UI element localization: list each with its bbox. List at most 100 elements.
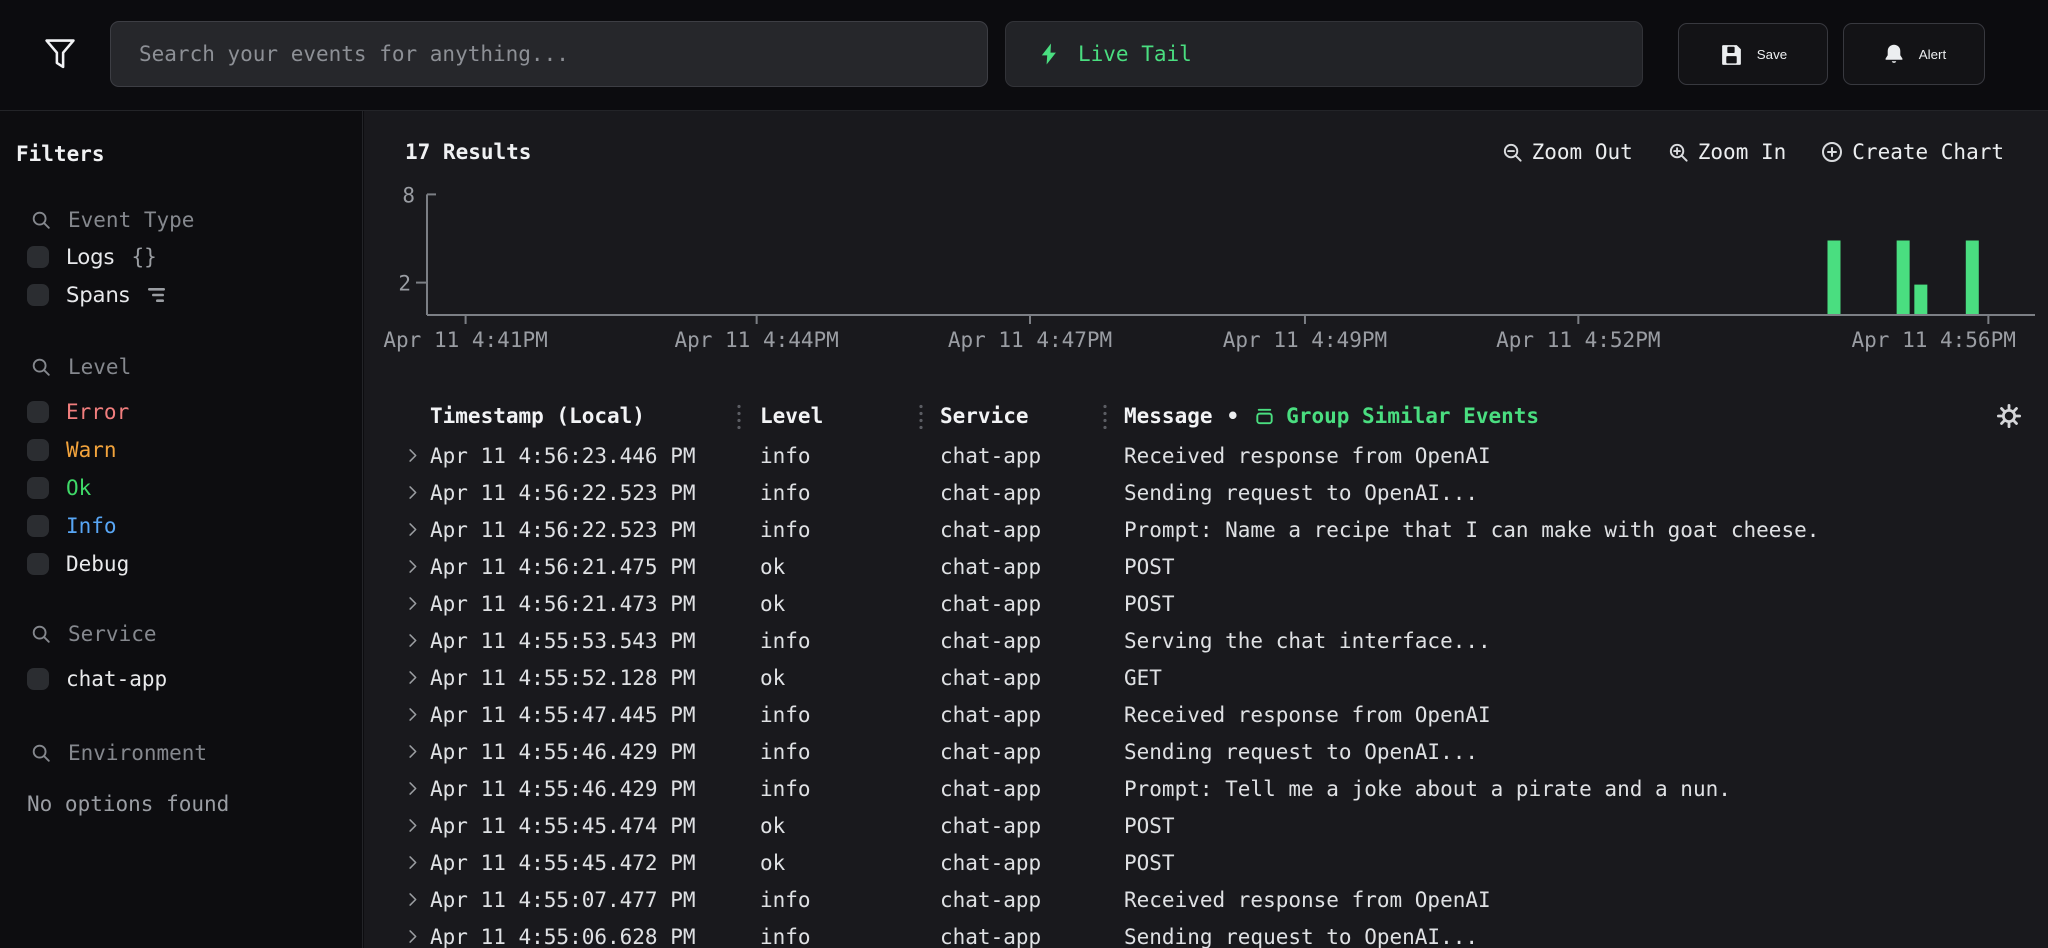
col-header-service[interactable]: Service	[940, 404, 1103, 428]
table-row[interactable]: Apr 11 4:56:22.523 PM info chat-app Send…	[394, 474, 2048, 511]
expand-chevron-icon[interactable]	[394, 557, 430, 576]
expand-chevron-icon[interactable]	[394, 668, 430, 687]
column-separator[interactable]	[1103, 403, 1107, 429]
table-row[interactable]: Apr 11 4:55:45.472 PM ok chat-app POST	[394, 844, 2048, 881]
group-similar-events-link[interactable]: Group Similar Events	[1253, 404, 1539, 428]
row-message: Received response from OpenAI	[1124, 444, 1968, 468]
row-level: ok	[760, 555, 919, 579]
row-message: Sending request to OpenAI...	[1124, 481, 1968, 505]
checkbox-logs[interactable]	[27, 246, 49, 268]
main-panel: 17 Results Zoom Out Zoom In Create Chart…	[364, 111, 2048, 948]
checkbox-info[interactable]	[27, 515, 49, 537]
column-separator[interactable]	[919, 403, 923, 429]
save-button[interactable]: Save	[1678, 23, 1828, 85]
svg-text:8: 8	[402, 183, 415, 207]
table-row[interactable]: Apr 11 4:56:23.446 PM info chat-app Rece…	[394, 437, 2048, 474]
checkbox-chat-app[interactable]	[27, 668, 49, 690]
service-search	[30, 620, 362, 648]
table-row[interactable]: Apr 11 4:55:53.543 PM info chat-app Serv…	[394, 622, 2048, 659]
event-type-search	[30, 206, 362, 234]
col-header-message[interactable]: Message	[1124, 404, 1213, 428]
row-message: Received response from OpenAI	[1124, 888, 1968, 912]
expand-chevron-icon[interactable]	[394, 816, 430, 835]
row-level: info	[760, 518, 919, 542]
checkbox-debug[interactable]	[27, 553, 49, 575]
table-row[interactable]: Apr 11 4:55:52.128 PM ok chat-app GET	[394, 659, 2048, 696]
facet-item-spans[interactable]: Spans	[27, 282, 362, 308]
col-header-level[interactable]: Level	[760, 404, 919, 428]
expand-chevron-icon[interactable]	[394, 779, 430, 798]
row-timestamp: Apr 11 4:56:21.475 PM	[430, 555, 737, 579]
row-message: POST	[1124, 592, 1968, 616]
row-timestamp: Apr 11 4:55:52.128 PM	[430, 666, 737, 690]
facet-item-error[interactable]: Error	[27, 399, 362, 425]
alert-button[interactable]: Alert	[1843, 23, 1985, 85]
checkbox-ok[interactable]	[27, 477, 49, 499]
table-row[interactable]: Apr 11 4:55:07.477 PM info chat-app Rece…	[394, 881, 2048, 918]
create-chart-button[interactable]: Create Chart	[1820, 140, 2004, 164]
chart-actions: Zoom Out Zoom In Create Chart	[1501, 140, 2004, 164]
col-header-timestamp[interactable]: Timestamp (Local)	[430, 404, 737, 428]
row-timestamp: Apr 11 4:56:22.523 PM	[430, 481, 737, 505]
environment-search-input[interactable]	[66, 740, 290, 766]
facet-item-logs[interactable]: Logs {}	[27, 244, 362, 270]
zoom-out-label: Zoom Out	[1532, 140, 1633, 164]
expand-chevron-icon[interactable]	[394, 631, 430, 650]
table-row[interactable]: Apr 11 4:55:45.474 PM ok chat-app POST	[394, 807, 2048, 844]
table-row[interactable]: Apr 11 4:55:06.628 PM info chat-app Send…	[394, 918, 2048, 948]
checkbox-error[interactable]	[27, 401, 49, 423]
search-bar	[110, 21, 988, 87]
expand-chevron-icon[interactable]	[394, 853, 430, 872]
column-separator[interactable]	[737, 403, 741, 429]
facet-label-chat-app: chat-app	[66, 666, 167, 692]
level-search-input[interactable]	[66, 354, 290, 380]
row-timestamp: Apr 11 4:55:53.543 PM	[430, 629, 737, 653]
results-row: 17 Results Zoom Out Zoom In Create Chart	[405, 137, 2004, 167]
facet-item-chat-app[interactable]: chat-app	[27, 666, 362, 692]
event-type-search-input[interactable]	[66, 207, 290, 233]
table-row[interactable]: Apr 11 4:56:22.523 PM info chat-app Prom…	[394, 511, 2048, 548]
zoom-out-button[interactable]: Zoom Out	[1501, 140, 1633, 164]
facet-item-debug[interactable]: Debug	[27, 551, 362, 577]
expand-chevron-icon[interactable]	[394, 594, 430, 613]
zoom-out-icon	[1501, 141, 1524, 164]
table-row[interactable]: Apr 11 4:56:21.473 PM ok chat-app POST	[394, 585, 2048, 622]
table-row[interactable]: Apr 11 4:55:47.445 PM info chat-app Rece…	[394, 696, 2048, 733]
zoom-in-button[interactable]: Zoom In	[1667, 140, 1787, 164]
row-message: Prompt: Tell me a joke about a pirate an…	[1124, 777, 1968, 801]
row-message: POST	[1124, 851, 1968, 875]
search-icon	[30, 623, 52, 645]
top-bar: Live Tail Save Alert	[0, 0, 2048, 111]
row-message: POST	[1124, 814, 1968, 838]
events-histogram-chart[interactable]: 82Apr 11 4:41PMApr 11 4:44PMApr 11 4:47P…	[364, 175, 2048, 365]
expand-chevron-icon[interactable]	[394, 742, 430, 761]
expand-chevron-icon[interactable]	[394, 927, 430, 946]
table-row[interactable]: Apr 11 4:55:46.429 PM info chat-app Prom…	[394, 770, 2048, 807]
table-body: Apr 11 4:56:23.446 PM info chat-app Rece…	[394, 437, 2048, 948]
expand-chevron-icon[interactable]	[394, 890, 430, 909]
checkbox-spans[interactable]	[27, 284, 49, 306]
facet-item-warn[interactable]: Warn	[27, 437, 362, 463]
table-row[interactable]: Apr 11 4:55:46.429 PM info chat-app Send…	[394, 733, 2048, 770]
filter-funnel-button[interactable]	[36, 26, 84, 82]
row-level: info	[760, 703, 919, 727]
live-tail-button[interactable]: Live Tail	[1005, 21, 1643, 87]
service-search-input[interactable]	[66, 621, 290, 647]
expand-chevron-icon[interactable]	[394, 446, 430, 465]
table-row[interactable]: Apr 11 4:56:21.475 PM ok chat-app POST	[394, 548, 2048, 585]
expand-chevron-icon[interactable]	[394, 705, 430, 724]
expand-chevron-icon[interactable]	[394, 483, 430, 502]
facet-item-info[interactable]: Info	[27, 513, 362, 539]
row-level: info	[760, 777, 919, 801]
zoom-in-label: Zoom In	[1698, 140, 1787, 164]
row-message: Serving the chat interface...	[1124, 629, 1968, 653]
facet-item-ok[interactable]: Ok	[27, 475, 362, 501]
row-timestamp: Apr 11 4:55:46.429 PM	[430, 777, 737, 801]
table-settings-button[interactable]	[1968, 403, 2048, 429]
live-tail-label: Live Tail	[1078, 42, 1192, 66]
row-message: Prompt: Name a recipe that I can make wi…	[1124, 518, 1968, 542]
facet-label-info: Info	[66, 513, 117, 539]
checkbox-warn[interactable]	[27, 439, 49, 461]
search-input[interactable]	[137, 41, 961, 67]
expand-chevron-icon[interactable]	[394, 520, 430, 539]
